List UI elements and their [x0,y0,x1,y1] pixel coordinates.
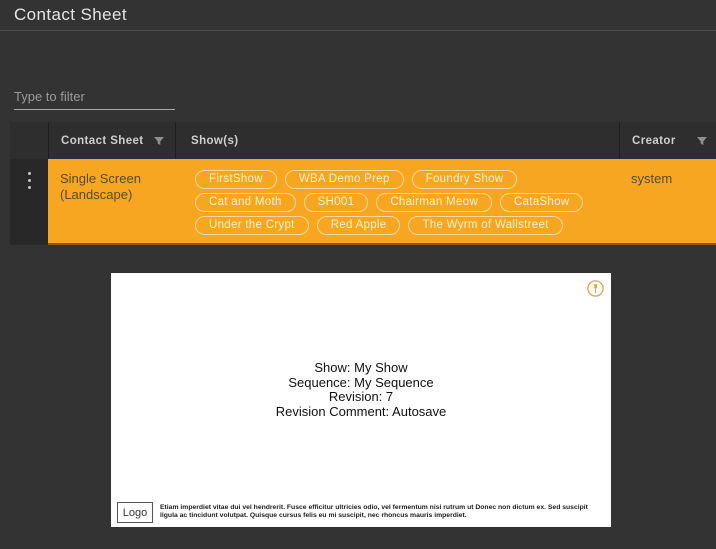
column-header-contact-sheet: Contact Sheet [48,122,175,159]
show-pill[interactable]: WBA Demo Prep [285,170,404,189]
fine-print-text: Etiam imperdiet vitae dui vel hendrerit.… [160,504,594,520]
preview-meta-line: Sequence: My Sequence [111,376,611,391]
show-pill[interactable]: FirstShow [195,170,277,189]
show-pill[interactable]: Red Apple [317,216,401,235]
show-pill[interactable]: Under the Crypt [195,216,309,235]
table-header: Contact Sheet Show(s) Creator [10,122,716,159]
page-title: Contact Sheet [14,5,127,25]
top-bar: Contact Sheet [0,0,716,31]
header-gutter-cell [10,122,48,159]
show-pill[interactable]: SH001 [304,193,369,212]
kebab-menu-icon[interactable] [28,172,31,190]
table-row[interactable]: Single Screen (Landscape) FirstShow WBA D… [10,159,716,245]
show-pill[interactable]: CataShow [500,193,583,212]
show-pill[interactable]: Chairman Meow [376,193,492,212]
preview-meta-line: Revision: 7 [111,390,611,405]
contact-sheet-preview: Show: My ShowSequence: My SequenceRevisi… [111,273,611,527]
filter-area [14,83,175,110]
creator-cell: system [619,159,716,243]
show-pill[interactable]: Foundry Show [412,170,518,189]
contact-sheet-name: Single Screen (Landscape) [48,159,175,243]
contact-sheet-table: Contact Sheet Show(s) Creator Single Scr… [10,122,716,245]
selected-row-body[interactable]: Single Screen (Landscape) FirstShow WBA D… [48,159,716,245]
logo-placeholder: Logo [117,502,153,523]
column-header-creator: Creator [619,122,716,159]
column-label-creator: Creator [632,135,676,147]
filter-input[interactable] [14,83,175,110]
preview-meta-line: Show: My Show [111,361,611,376]
column-header-shows: Show(s) [175,122,619,159]
column-label-contact-sheet: Contact Sheet [61,135,144,147]
column-label-shows: Show(s) [191,135,239,147]
show-pill[interactable]: Cat and Moth [195,193,296,212]
preview-meta-line: Revision Comment: Autosave [111,405,611,420]
row-gutter-cell [10,159,48,245]
show-pill[interactable]: The Wyrm of Wallstreet [408,216,562,235]
preview-meta: Show: My ShowSequence: My SequenceRevisi… [111,361,611,419]
shows-cell: FirstShow WBA Demo Prep Foundry Show Cat an… [175,159,619,243]
pin-icon[interactable] [587,280,604,297]
filter-funnel-icon[interactable] [153,135,165,147]
filter-funnel-icon[interactable] [696,135,708,147]
